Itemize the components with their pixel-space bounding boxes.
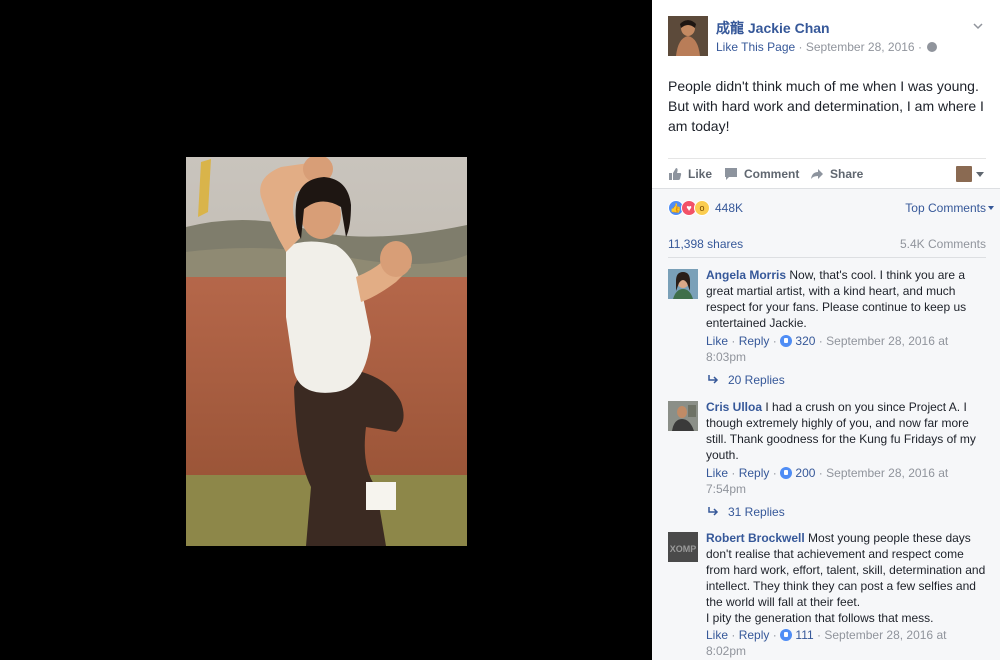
comment-like-link[interactable]: Like xyxy=(706,466,728,480)
caret-down-icon xyxy=(976,171,984,177)
comment-meta: Like · Reply · 111 · September 28, 2016 … xyxy=(706,627,966,659)
photo-viewer xyxy=(0,0,652,660)
caret-down-icon xyxy=(988,206,994,210)
chevron-down-icon[interactable] xyxy=(972,20,984,32)
meta-separator: · xyxy=(772,628,777,642)
commenter-name[interactable]: Robert Brockwell xyxy=(706,531,805,545)
page-avatar-image xyxy=(668,16,708,56)
like-page-link[interactable]: Like This Page xyxy=(716,40,795,54)
like-count-icon xyxy=(780,335,793,347)
comment-like-count[interactable]: 111 xyxy=(795,628,813,642)
share-button[interactable]: Share xyxy=(810,167,863,181)
replies-count: 20 Replies xyxy=(728,373,785,387)
comment-like-count[interactable]: 320 xyxy=(795,334,815,348)
meta-separator: · xyxy=(731,628,736,642)
sort-label: Top Comments xyxy=(905,201,986,215)
commenter-avatar-image xyxy=(668,269,698,299)
wow-reaction-icon: o xyxy=(694,200,710,216)
post-actions: Like Comment Share xyxy=(668,158,986,188)
comment-body: Robert Brockwell Most young people these… xyxy=(706,530,988,626)
comment-reply-link[interactable]: Reply xyxy=(739,334,770,348)
replies-count: 31 Replies xyxy=(728,505,785,519)
like-label: Like xyxy=(688,167,713,181)
commenter-avatar[interactable]: XOMP xyxy=(668,532,698,562)
meta-separator: · xyxy=(772,334,777,348)
page-avatar[interactable] xyxy=(668,16,708,56)
meta-separator: · xyxy=(917,40,922,54)
post-meta: Like This Page · September 28, 2016 · xyxy=(716,40,938,54)
meta-separator: · xyxy=(798,40,803,54)
reactions-summary[interactable]: 👍 ♥ o 448K xyxy=(668,199,743,217)
share-label: Share xyxy=(830,167,864,181)
post-text: People didn't think much of me when I wa… xyxy=(668,78,984,134)
commenter-avatar[interactable] xyxy=(668,401,698,431)
photo-illustration xyxy=(186,157,467,546)
globe-icon xyxy=(927,42,938,52)
reply-arrow-icon xyxy=(708,375,719,384)
commenter-avatar-image xyxy=(668,401,698,431)
commenter-name[interactable]: Cris Ulloa xyxy=(706,400,762,414)
feedback-section: 👍 ♥ o 448K Top Comments 11,398 shares 5.… xyxy=(652,188,1000,660)
comments-count[interactable]: 5.4K Comments xyxy=(900,237,986,251)
post-photo[interactable] xyxy=(186,157,467,546)
view-replies-link[interactable]: 31 Replies xyxy=(708,505,785,519)
like-count-icon xyxy=(780,467,793,479)
page-name[interactable]: 成龍 Jackie Chan xyxy=(716,18,830,38)
comment-label: Comment xyxy=(744,167,800,181)
like-count-icon xyxy=(780,629,793,641)
comment-reply-link[interactable]: Reply xyxy=(739,466,770,480)
reply-arrow-icon xyxy=(708,507,719,516)
meta-separator: · xyxy=(731,334,736,348)
comment-like-link[interactable]: Like xyxy=(706,628,728,642)
comment-body: Cris Ulloa I had a crush on you since Pr… xyxy=(706,399,988,463)
viewer-avatar xyxy=(956,166,972,182)
comment-reply-link[interactable]: Reply xyxy=(739,628,770,642)
meta-separator: · xyxy=(818,466,823,480)
comment-text-line2: I pity the generation that follows that … xyxy=(706,611,934,625)
commenter-avatar-image: XOMP xyxy=(668,532,698,562)
divider xyxy=(668,257,986,258)
meta-separator: · xyxy=(817,628,822,642)
reaction-count[interactable]: 448K xyxy=(715,201,743,215)
comment-body: Angela Morris Now, that's cool. I think … xyxy=(706,267,988,331)
comment-like-link[interactable]: Like xyxy=(706,334,728,348)
comment-like-count[interactable]: 200 xyxy=(795,466,815,480)
share-arrow-icon xyxy=(811,169,823,179)
meta-separator: · xyxy=(772,466,777,480)
meta-separator: · xyxy=(818,334,823,348)
commenter-avatar[interactable] xyxy=(668,269,698,299)
comment-icon xyxy=(725,168,737,180)
avatar-text: XOMP xyxy=(670,544,697,554)
like-button[interactable]: Like xyxy=(668,167,712,181)
sort-comments-dropdown[interactable]: Top Comments xyxy=(905,201,994,215)
comment-as-selector[interactable] xyxy=(956,166,984,182)
post-panel: 成龍 Jackie Chan Like This Page · Septembe… xyxy=(652,0,1000,660)
comment-meta: Like · Reply · 320 · September 28, 2016 … xyxy=(706,333,966,365)
meta-separator: · xyxy=(731,466,736,480)
post-date[interactable]: September 28, 2016 xyxy=(806,40,915,54)
post-stats: 11,398 shares 5.4K Comments xyxy=(668,237,986,251)
comment-meta: Like · Reply · 200 · September 28, 2016 … xyxy=(706,465,966,497)
commenter-name[interactable]: Angela Morris xyxy=(706,268,786,282)
comment-button[interactable]: Comment xyxy=(724,167,799,181)
thumbs-up-icon xyxy=(669,168,682,180)
shares-count[interactable]: 11,398 shares xyxy=(668,237,743,251)
view-replies-link[interactable]: 20 Replies xyxy=(708,373,785,387)
post-header: 成龍 Jackie Chan Like This Page · Septembe… xyxy=(668,14,988,58)
